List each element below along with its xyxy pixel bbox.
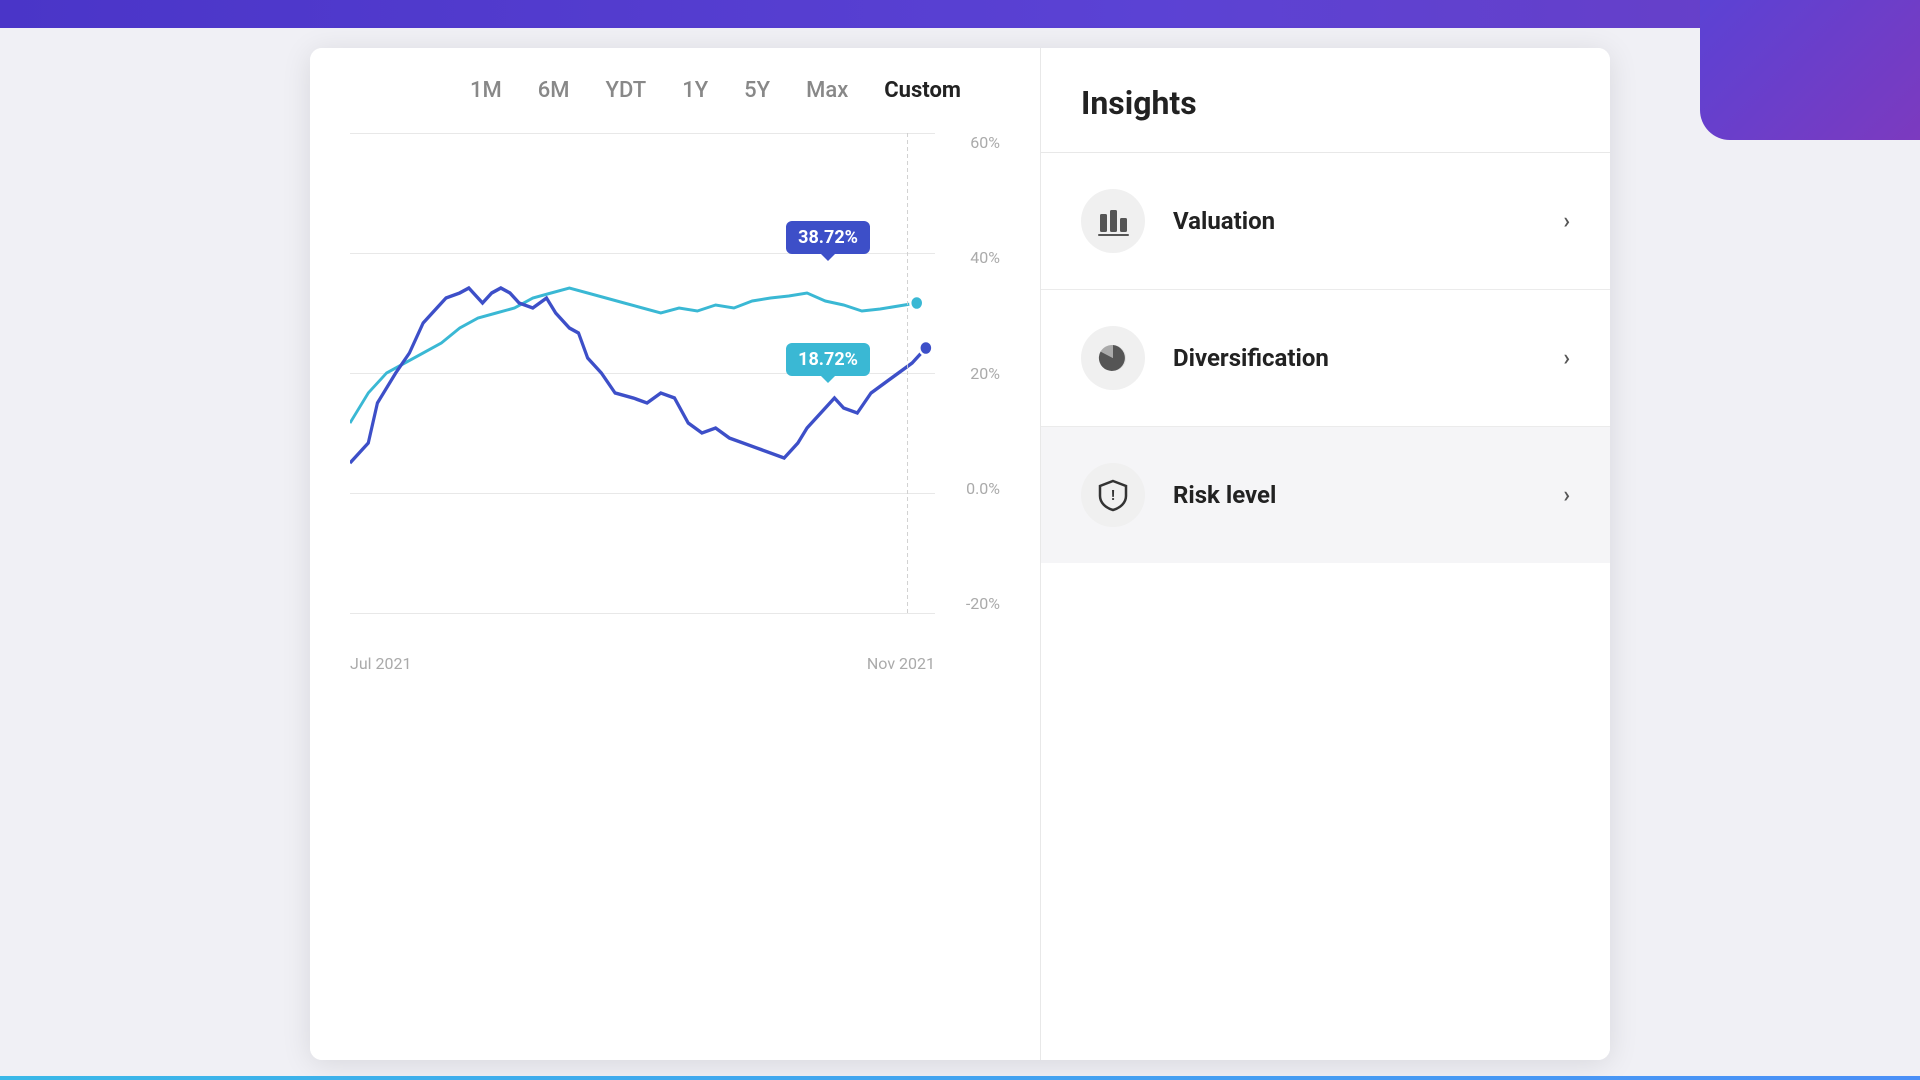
y-axis: 60% 40% 20% 0.0% -20% — [940, 133, 1000, 613]
diversification-icon-circle — [1081, 326, 1145, 390]
risk-level-icon-circle: ! — [1081, 463, 1145, 527]
valuation-chevron: › — [1563, 209, 1570, 234]
purple-accent — [1700, 0, 1920, 140]
y-label-40: 40% — [970, 248, 1000, 267]
filter-custom[interactable]: Custom — [884, 78, 961, 103]
filter-5y[interactable]: 5Y — [744, 78, 770, 103]
y-label-neg20: -20% — [966, 594, 1000, 613]
y-label-20: 20% — [970, 364, 1000, 383]
chart-area: 38.72% 18.72% 60% 40% 20% 0.0% -20% Jul … — [350, 133, 1000, 673]
bar-chart-icon — [1096, 204, 1130, 238]
risk-level-chevron: › — [1563, 483, 1570, 508]
shield-icon: ! — [1096, 478, 1130, 512]
pie-chart-icon — [1096, 341, 1130, 375]
filter-6m[interactable]: 6M — [538, 78, 570, 103]
grid-line-5 — [350, 613, 935, 614]
y-label-60: 60% — [970, 133, 1000, 152]
diversification-chevron: › — [1563, 346, 1570, 371]
y-label-0: 0.0% — [966, 479, 1000, 498]
diversification-label: Diversification — [1173, 344, 1563, 372]
svg-text:!: ! — [1111, 488, 1115, 504]
valuation-label: Valuation — [1173, 207, 1563, 235]
filter-1m[interactable]: 1M — [470, 78, 502, 103]
top-bar — [0, 0, 1920, 28]
tooltip-dark: 38.72% — [786, 221, 870, 254]
time-filters: 1M 6M YDT 1Y 5Y Max Custom — [350, 78, 1000, 103]
insights-title: Insights — [1081, 84, 1570, 122]
chart-panel: 1M 6M YDT 1Y 5Y Max Custom — [310, 48, 1040, 1060]
insights-panel: Insights Valuation › — [1040, 48, 1610, 1060]
filter-max[interactable]: Max — [806, 78, 848, 103]
x-axis: Jul 2021 Nov 2021 — [350, 644, 935, 673]
main-container: 1M 6M YDT 1Y 5Y Max Custom — [310, 48, 1610, 1060]
x-label-jul: Jul 2021 — [350, 654, 411, 673]
filter-1y[interactable]: 1Y — [682, 78, 708, 103]
x-label-nov: Nov 2021 — [867, 654, 935, 673]
bottom-bar — [0, 1076, 1920, 1080]
filter-ydt[interactable]: YDT — [606, 78, 647, 103]
risk-level-label: Risk level — [1173, 481, 1563, 509]
insight-item-risk-level[interactable]: ! Risk level › — [1041, 427, 1610, 563]
insight-item-valuation[interactable]: Valuation › — [1041, 153, 1610, 290]
valuation-icon-circle — [1081, 189, 1145, 253]
insight-item-diversification[interactable]: Diversification › — [1041, 290, 1610, 427]
insights-header: Insights — [1041, 48, 1610, 153]
tooltip-cyan: 18.72% — [786, 343, 870, 376]
